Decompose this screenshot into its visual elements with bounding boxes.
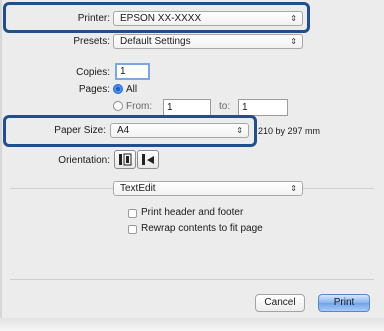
pages-from-radio[interactable] <box>113 101 123 111</box>
printer-highlight <box>3 2 310 33</box>
pages-all-label: All <box>126 84 138 95</box>
presets-popup[interactable]: Default Settings ⇕ <box>113 34 303 49</box>
orientation-portrait-button[interactable] <box>114 150 136 169</box>
pages-to-label: to: <box>219 101 231 112</box>
copies-label: Copies: <box>76 67 110 78</box>
popup-arrows-icon: ⇕ <box>290 37 297 46</box>
app-section-popup[interactable]: TextEdit ⇕ <box>113 181 303 196</box>
orientation-label: Orientation: <box>58 155 110 166</box>
paper-dimensions: 210 by 297 mm <box>258 126 321 136</box>
cancel-button[interactable]: Cancel <box>255 294 305 312</box>
print-header-footer-label: Print header and footer <box>141 207 244 218</box>
presets-label: Presets: <box>73 36 110 47</box>
pages-from-field[interactable]: 1 <box>163 99 211 116</box>
landscape-orientation-icon <box>142 154 154 165</box>
app-section-value: TextEdit <box>120 183 156 194</box>
copies-field[interactable]: 1 <box>115 63 150 80</box>
orientation-landscape-button[interactable] <box>137 150 159 169</box>
print-button[interactable]: Print <box>318 294 370 312</box>
rewrap-checkbox[interactable] <box>128 225 137 234</box>
pages-label: Pages: <box>78 84 110 95</box>
portrait-orientation-icon <box>119 153 132 166</box>
presets-value: Default Settings <box>120 36 191 47</box>
pages-all-radio[interactable] <box>113 84 123 94</box>
bottom-divider <box>10 279 374 280</box>
print-dialog: Printer: EPSON XX-XXXX ⇕ Presets: Defaul… <box>0 0 384 331</box>
pages-to-field[interactable]: 1 <box>238 99 288 116</box>
pages-from-label: From: <box>126 101 153 112</box>
dialog-left-edge <box>0 0 2 331</box>
popup-arrows-icon: ⇕ <box>290 184 297 193</box>
rewrap-label: Rewrap contents to fit page <box>141 223 263 234</box>
paper-size-highlight <box>3 115 257 147</box>
print-header-footer-checkbox[interactable] <box>128 209 137 218</box>
